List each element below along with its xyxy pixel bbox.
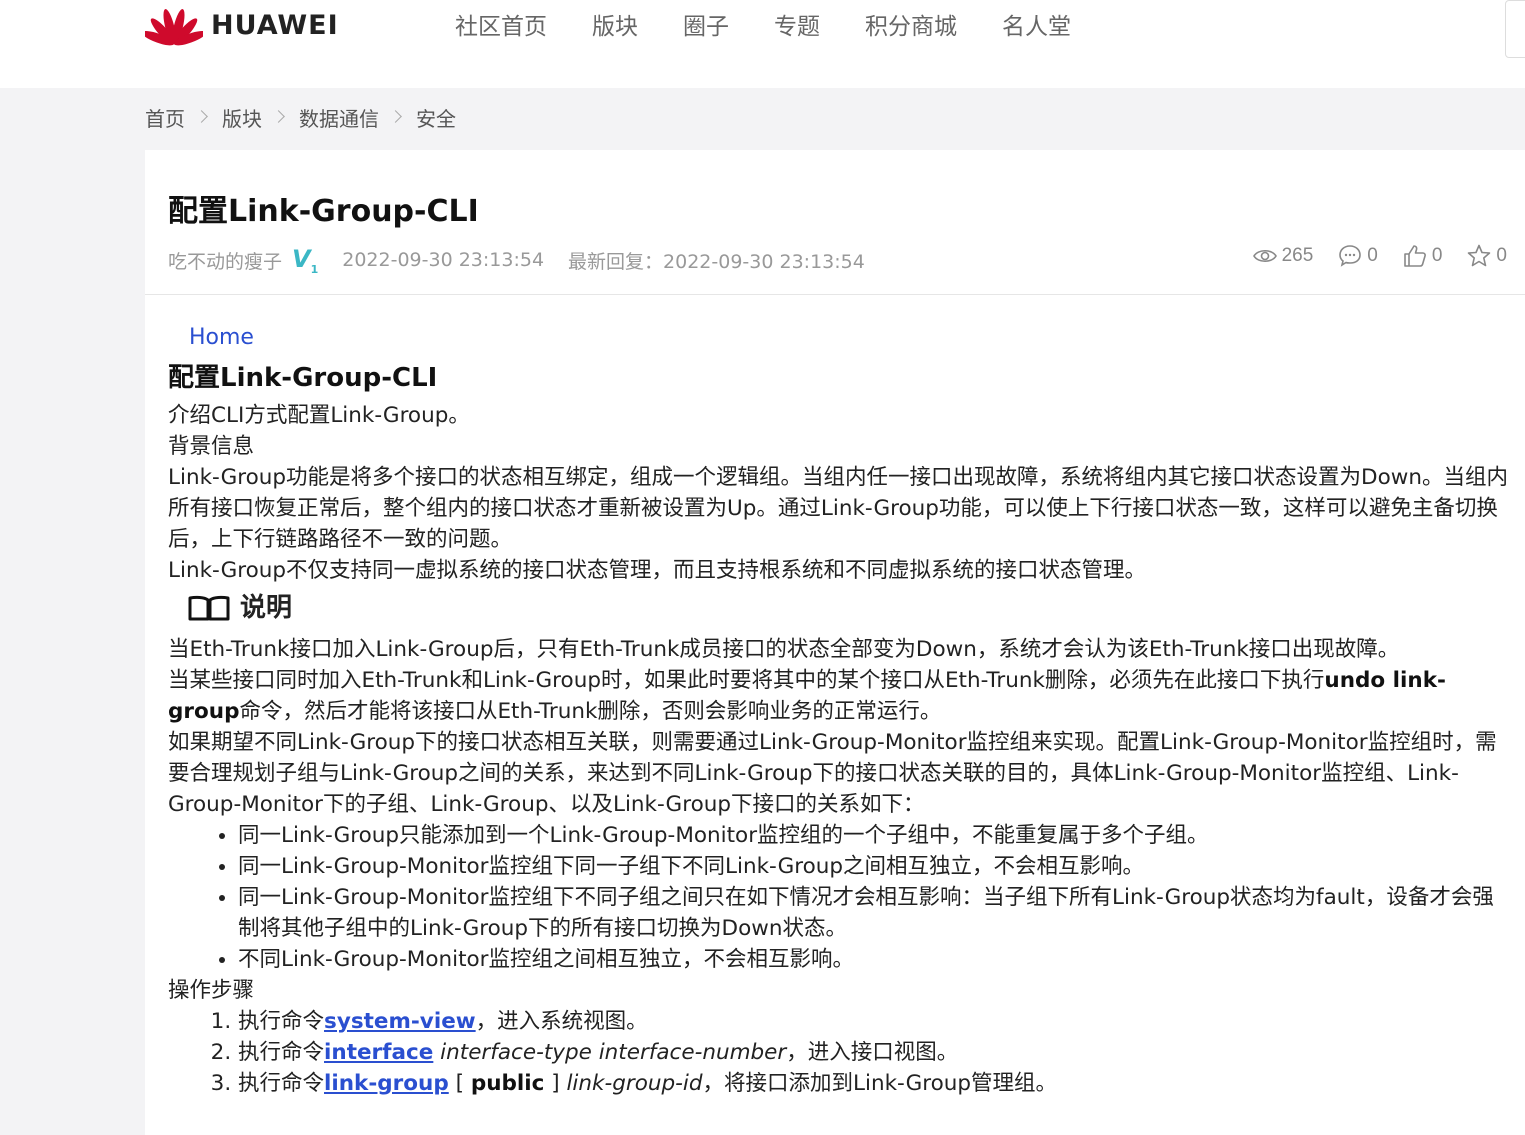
star-icon	[1468, 244, 1491, 267]
home-link[interactable]: Home	[189, 320, 1508, 356]
link-group-link[interactable]: link-group	[324, 1071, 449, 1096]
nav-hall-of-fame[interactable]: 名人堂	[1002, 10, 1071, 44]
note-paragraph-2-start: 当某些接口同时加入Eth-Trunk和Link-Group时，如果此时要将其中的…	[168, 668, 1325, 693]
post-card: 配置Link-Group-CLI 吃不动的瘦子 V1 2022-09-30 23…	[145, 150, 1525, 1135]
open-book-icon	[188, 595, 230, 621]
eye-icon	[1252, 249, 1277, 263]
breadcrumb-home[interactable]: 首页	[145, 103, 185, 132]
background-paragraph-1: Link-Group功能是将多个接口的状态相互绑定，组成一个逻辑组。当组内任一接…	[168, 465, 1508, 552]
favorites-count: 0	[1496, 245, 1507, 266]
views-stat: 265	[1252, 243, 1314, 269]
nav-community-home[interactable]: 社区首页	[455, 10, 547, 44]
interface-link[interactable]: interface	[324, 1040, 433, 1065]
list-item: 不同Link-Group-Monitor监控组之间相互独立，不会相互影响。	[238, 944, 1508, 975]
comments-stat[interactable]: 0	[1337, 243, 1378, 269]
note-paragraph-1: 当Eth-Trunk接口加入Link-Group后，只有Eth-Trunk成员接…	[168, 637, 1400, 662]
chevron-right-icon	[389, 110, 402, 123]
content-heading: 配置Link-Group-CLI	[168, 363, 438, 393]
huawei-flower-icon	[145, 9, 203, 46]
favorites-stat[interactable]: 0	[1466, 243, 1507, 269]
chevron-right-icon	[195, 110, 208, 123]
note-paragraph-3: 如果期望不同Link-Group下的接口状态相互关联，则需要通过Link-Gro…	[168, 730, 1497, 817]
step-suffix: ，进入系统视图。	[475, 1009, 648, 1034]
steps-list: 执行命令system-view，进入系统视图。 执行命令interface in…	[238, 1006, 1508, 1099]
main-nav: 社区首页 版块 圈子 专题 积分商城 名人堂	[455, 10, 1116, 44]
last-reply: 最新回复：2022-09-30 23:13:54	[568, 250, 865, 273]
background-title: 背景信息	[168, 434, 255, 459]
level-mark: V	[292, 245, 311, 273]
relation-list: 同一Link-Group只能添加到一个Link-Group-Monitor监控组…	[238, 820, 1508, 975]
comments-count: 0	[1367, 245, 1378, 266]
nav-topics[interactable]: 专题	[774, 10, 820, 44]
step-prefix: 执行命令	[238, 1009, 325, 1034]
views-count: 265	[1281, 245, 1314, 266]
meta-divider	[145, 294, 1525, 295]
note-label: 说明	[240, 592, 293, 623]
author-name[interactable]: 吃不动的瘦子	[168, 247, 282, 274]
step-prefix: 执行命令	[238, 1071, 325, 1096]
breadcrumb-datacom[interactable]: 数据通信	[299, 103, 379, 132]
nav-points-mall[interactable]: 积分商城	[865, 10, 957, 44]
step-param: interface-type interface-number	[433, 1040, 787, 1065]
likes-count: 0	[1431, 245, 1443, 266]
steps-title: 操作步骤	[168, 978, 255, 1003]
step-item: 执行命令interface interface-type interface-n…	[238, 1037, 1508, 1068]
system-view-link[interactable]: system-view	[324, 1009, 476, 1034]
list-item: 同一Link-Group-Monitor监控组下同一子组下不同Link-Grou…	[238, 851, 1508, 882]
intro-text: 介绍CLI方式配置Link-Group。	[168, 403, 470, 428]
thumbs-up-icon	[1404, 245, 1426, 267]
background-paragraph-2: Link-Group不仅支持同一虚拟系统的接口状态管理，而且支持根系统和不同虚拟…	[168, 558, 1147, 583]
bracket-open: [	[448, 1071, 471, 1096]
note-header: 说明	[186, 592, 1508, 624]
nav-sections[interactable]: 版块	[592, 10, 638, 44]
level-badge: V1	[292, 245, 318, 276]
comment-icon	[1339, 245, 1362, 267]
bracket-close: ]	[544, 1071, 567, 1096]
public-keyword: public	[470, 1071, 545, 1096]
post-date: 2022-09-30 23:13:54	[342, 249, 545, 272]
level-number: 1	[310, 262, 319, 276]
breadcrumb-security[interactable]: 安全	[416, 103, 456, 132]
huawei-logo[interactable]: HUAWEI	[145, 4, 339, 46]
breadcrumb-sections[interactable]: 版块	[222, 103, 262, 132]
chevron-right-icon	[272, 110, 285, 123]
step-suffix: ，进入接口视图。	[786, 1040, 959, 1065]
breadcrumb: 首页 版块 数据通信 安全	[145, 103, 456, 132]
step-suffix: ，将接口添加到Link-Group管理组。	[702, 1071, 1058, 1096]
step-prefix: 执行命令	[238, 1040, 325, 1065]
step-item: 执行命令system-view，进入系统视图。	[238, 1006, 1508, 1037]
list-item: 同一Link-Group-Monitor监控组下不同子组之间只在如下情况才会相互…	[238, 882, 1508, 944]
post-title: 配置Link-Group-CLI	[168, 194, 479, 229]
step-item: 执行命令link-group [ public ] link-group-id，…	[238, 1068, 1508, 1099]
step-param: link-group-id	[566, 1071, 703, 1096]
search-box[interactable]	[1505, 0, 1525, 58]
post-stats: 265 0 0 0	[1228, 243, 1507, 269]
note-paragraph-2-end: 命令，然后才能将该接口从Eth-Trunk删除，否则会影响业务的正常运行。	[239, 699, 942, 724]
post-meta: 吃不动的瘦子 V1 2022-09-30 23:13:54 最新回复：2022-…	[168, 245, 889, 276]
note-paragraph-2: 当某些接口同时加入Eth-Trunk和Link-Group时，如果此时要将其中的…	[168, 665, 1508, 727]
nav-circles[interactable]: 圈子	[683, 10, 729, 44]
brand-name: HUAWEI	[211, 9, 339, 41]
list-item: 同一Link-Group只能添加到一个Link-Group-Monitor监控组…	[238, 820, 1508, 851]
top-header: HUAWEI 社区首页 版块 圈子 专题 积分商城 名人堂	[0, 0, 1525, 88]
post-content: Home 配置Link-Group-CLI 介绍CLI方式配置Link-Grou…	[168, 320, 1508, 1099]
likes-stat[interactable]: 0	[1402, 243, 1443, 269]
